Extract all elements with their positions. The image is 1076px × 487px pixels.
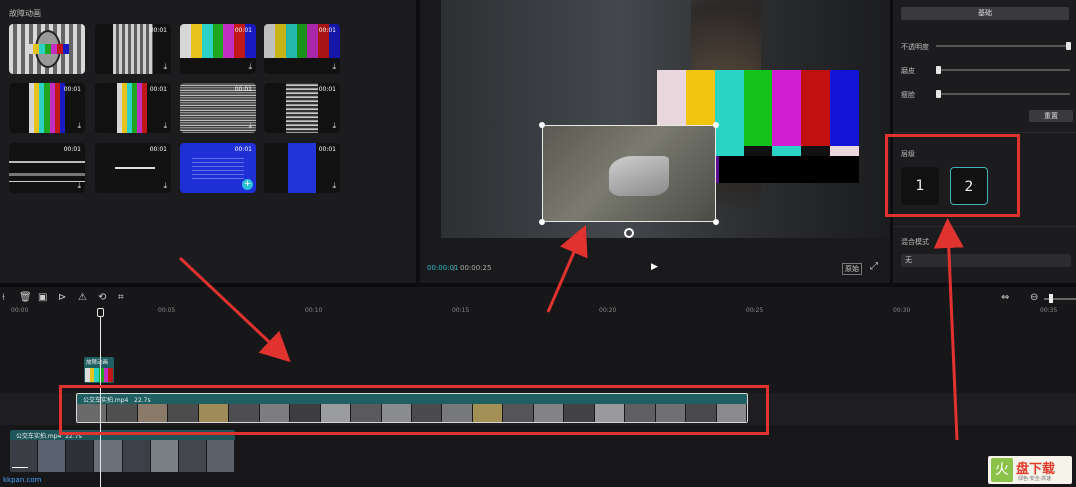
annotation-arrows — [178, 218, 964, 441]
logo-mark: 火 — [991, 458, 1013, 482]
arrow-to-layer — [933, 218, 964, 441]
site-logo: 火 盘下载 绿色·安全·高速 — [988, 456, 1072, 484]
arrow-to-effect — [178, 256, 291, 363]
arrow-to-preview — [546, 224, 588, 313]
logo-subtext: 绿色·安全·高速 — [1018, 476, 1052, 482]
